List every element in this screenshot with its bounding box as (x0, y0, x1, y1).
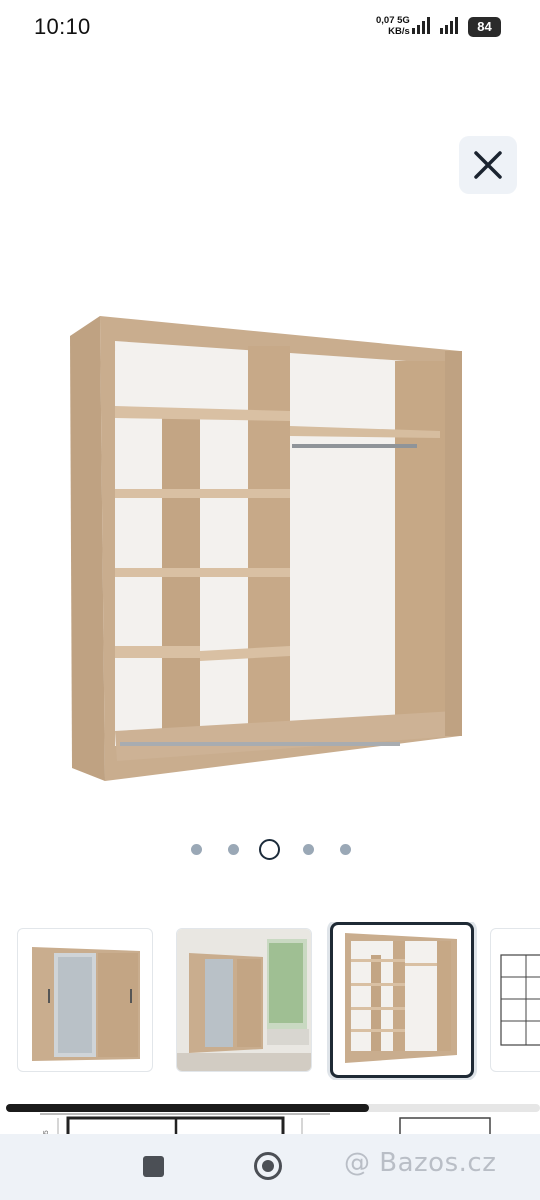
signal-strength-icon-2 (440, 17, 458, 34)
thumbnail-2[interactable] (176, 928, 312, 1072)
signal-strength-icon (412, 17, 430, 34)
status-bar: 10:10 0,07 5G KB/s 84 (0, 0, 540, 56)
close-button[interactable] (459, 136, 517, 194)
status-time: 10:10 (34, 14, 91, 39)
image-viewer[interactable]: 385 420 (0, 56, 540, 1190)
net-speed-value: 0,07 (376, 15, 395, 26)
net-speed-unit: KB/s (388, 26, 410, 37)
thumbnail-scroll-indicator[interactable] (6, 1104, 370, 1112)
wardrobe-room-icon (177, 929, 311, 1071)
network-type: 5G (397, 15, 410, 26)
pagination-dots (180, 836, 360, 862)
thumbnail-3-selected[interactable] (330, 922, 474, 1078)
system-nav-bar: @ Bazos.cz (0, 1134, 540, 1200)
watermark: @ Bazos.cz (344, 1148, 497, 1178)
home-button[interactable] (254, 1152, 282, 1180)
wardrobe-drawing-icon (500, 954, 540, 1046)
wardrobe-open-icon[interactable] (60, 306, 480, 796)
pagination-dot-2[interactable] (228, 844, 239, 855)
pagination-dot-1[interactable] (191, 844, 202, 855)
close-icon (474, 151, 502, 179)
pagination-dot-4[interactable] (303, 844, 314, 855)
wardrobe-open-icon-thumb (345, 933, 457, 1063)
pagination-dot-active[interactable] (259, 839, 280, 860)
battery-icon: 84 (468, 17, 501, 37)
thumbnail-strip[interactable] (0, 922, 540, 1080)
pagination-dot-5[interactable] (340, 844, 351, 855)
thumbnail-4[interactable] (490, 928, 540, 1072)
recents-button[interactable] (143, 1156, 164, 1177)
network-speed: 0,07 5G KB/s (376, 15, 410, 37)
wardrobe-mirror-icon (32, 947, 140, 1061)
thumbnail-scroll-track[interactable] (6, 1104, 540, 1112)
thumbnail-1[interactable] (17, 928, 153, 1072)
